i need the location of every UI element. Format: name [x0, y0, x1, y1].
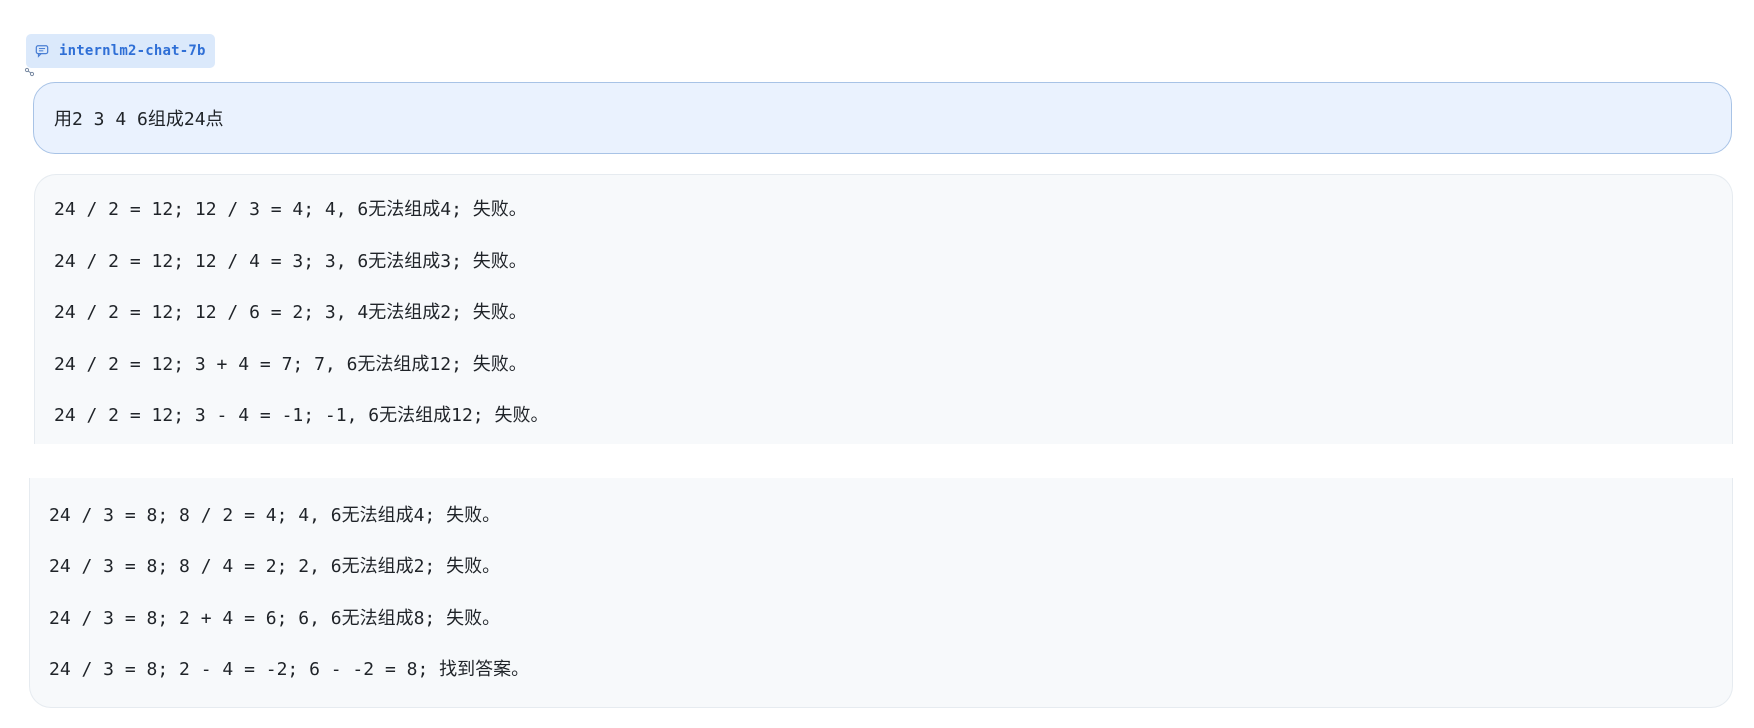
user-message-bubble: 用2 3 4 6组成24点 [33, 82, 1732, 154]
assistant-line: 24 / 2 = 12; 12 / 4 = 3; 3, 6无法组成3; 失败。 [54, 251, 527, 272]
assistant-line: 24 / 3 = 8; 2 - 4 = -2; 6 - -2 = 8; 找到答案… [49, 659, 530, 680]
assistant-line: 24 / 3 = 8; 8 / 4 = 2; 2, 6无法组成2; 失败。 [49, 556, 501, 577]
assistant-line: 24 / 3 = 8; 8 / 2 = 4; 4, 6无法组成4; 失败。 [49, 505, 501, 526]
assistant-line: 24 / 2 = 12; 3 + 4 = 7; 7, 6无法组成12; 失败。 [54, 354, 527, 375]
chat-icon [34, 43, 50, 59]
user-message-text: 用2 3 4 6组成24点 [54, 109, 224, 130]
model-badge: internlm2-chat-7b [26, 34, 215, 68]
link-icon [24, 63, 36, 77]
assistant-line: 24 / 3 = 8; 2 + 4 = 6; 6, 6无法组成8; 失败。 [49, 608, 501, 629]
assistant-line: 24 / 2 = 12; 12 / 6 = 2; 3, 4无法组成2; 失败。 [54, 302, 527, 323]
model-name: internlm2-chat-7b [59, 43, 206, 59]
chat-page: internlm2-chat-7b 用2 3 4 6组成24点 24 / 2 =… [0, 0, 1754, 728]
assistant-line: 24 / 2 = 12; 12 / 3 = 4; 4, 6无法组成4; 失败。 [54, 199, 527, 220]
assistant-line: 24 / 2 = 12; 3 - 4 = -1; -1, 6无法组成12; 失败… [54, 405, 549, 426]
